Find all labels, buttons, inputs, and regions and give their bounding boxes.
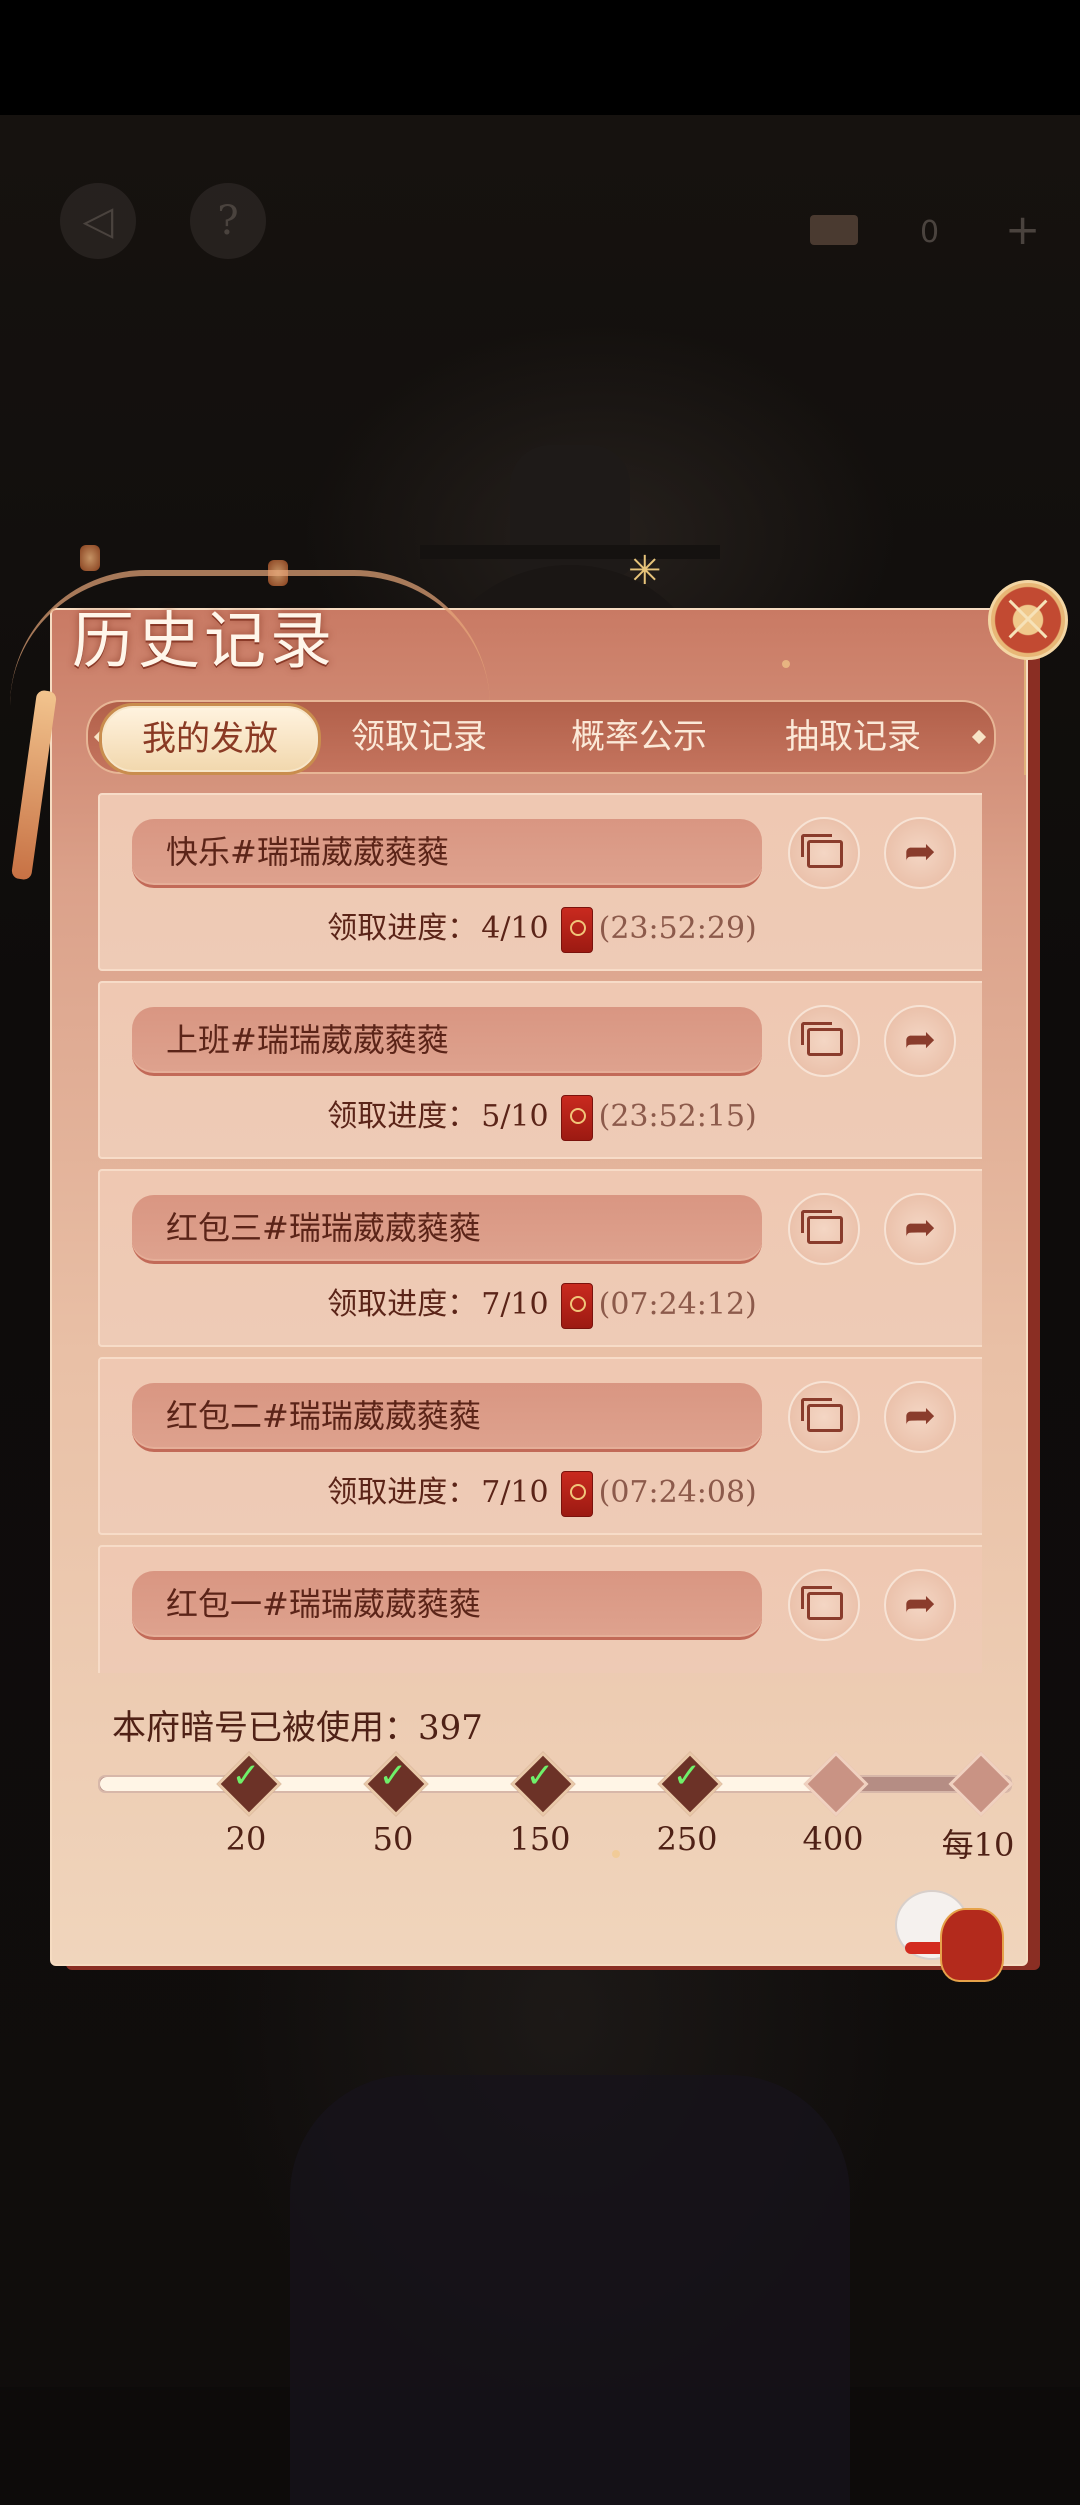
share-button[interactable]: ➦ [884,1005,956,1077]
milestone-label: 250 [656,1820,718,1858]
record-card: 红包二#瑞瑞葳葳蕤蕤 ➦ 领取进度： 7/10 (07:24:08) [98,1357,982,1535]
record-name: 红包二#瑞瑞葳葳蕤蕤 [166,1397,481,1435]
red-envelope-icon [560,1095,593,1141]
character-robe [290,2075,850,2505]
panel-title: 历史记录 [72,604,337,677]
share-icon: ➦ [904,1393,936,1437]
tab-diamond-icon [971,729,987,745]
checkmark-icon: ✓ [378,1756,408,1796]
claim-progress: 领取进度： 5/10 (23:52:15) [100,1091,982,1141]
claim-progress: 领取进度： 7/10 (07:24:12) [100,1279,982,1329]
tab-probability[interactable]: 概率公示 [544,702,734,772]
red-envelope-icon [560,1283,593,1329]
share-button[interactable]: ➦ [884,1381,956,1453]
record-card: 快乐#瑞瑞葳葳蕤蕤 ➦ 领取进度： 4/10 (23:52:29) [98,793,982,971]
claim-time: (23:52:29) [598,911,757,946]
record-name-box: 红包一#瑞瑞葳葳蕤蕤 [132,1571,762,1640]
milestone-label: 每10 [941,1826,1015,1864]
record-name-box: 红包三#瑞瑞葳葳蕤蕤 [132,1195,762,1264]
milestone-label: 400 [802,1820,864,1858]
tab-my-issued[interactable]: 我的发放 [102,706,318,772]
record-name: 上班#瑞瑞葳葳蕤蕤 [166,1021,449,1059]
claim-progress-label: 领取进度： [327,911,478,946]
checkmark-icon: ✓ [672,1756,702,1796]
copy-button[interactable] [788,817,860,889]
milestone-label: 50 [372,1820,414,1858]
record-name-box: 快乐#瑞瑞葳葳蕤蕤 [132,819,762,888]
claim-progress-value: 7/10 [481,1287,549,1322]
help-button[interactable]: ? [190,183,266,259]
record-card: 上班#瑞瑞葳葳蕤蕤 ➦ 领取进度： 5/10 (23:52:15) [98,981,982,1159]
record-card: 红包一#瑞瑞葳葳蕤蕤 ➦ [98,1545,982,1673]
share-icon: ➦ [904,1017,936,1061]
copy-icon [801,1022,843,1056]
tab-draw-records[interactable]: 抽取记录 [758,702,948,772]
claim-time: (07:24:12) [598,1287,757,1322]
tab-bar: 我的发放 领取记录 概率公示 抽取记录 [86,700,996,774]
share-icon: ➦ [904,829,936,873]
claim-progress: 领取进度： 4/10 (23:52:29) [100,903,982,953]
record-name: 快乐#瑞瑞葳葳蕤蕤 [166,833,449,871]
character-hat-brim [420,545,720,559]
claim-time: (23:52:15) [598,1099,757,1134]
back-button[interactable]: ◁ [60,183,136,259]
back-arrow-icon: ◁ [82,198,114,244]
copy-button[interactable] [788,1005,860,1077]
claim-progress-value: 7/10 [481,1475,549,1510]
sparkle-decoration [612,1850,620,1858]
copy-icon [801,834,843,868]
claim-progress-value: 5/10 [481,1099,549,1134]
record-name: 红包三#瑞瑞葳葳蕤蕤 [166,1209,481,1247]
record-name-box: 红包二#瑞瑞葳葳蕤蕤 [132,1383,762,1452]
gift-bag-icon [940,1908,1004,1982]
status-bar-area [0,0,1080,115]
help-icon: ? [217,198,239,244]
record-name-box: 上班#瑞瑞葳葳蕤蕤 [132,1007,762,1076]
lantern-icon [80,545,100,571]
claim-progress: 领取进度： 7/10 (07:24:08) [100,1467,982,1517]
close-chain-decoration [1024,655,1026,775]
red-envelope-icon [560,1471,593,1517]
claim-time: (07:24:08) [598,1475,757,1510]
share-icon: ➦ [904,1205,936,1249]
copy-button[interactable] [788,1569,860,1641]
copy-icon [801,1210,843,1244]
copy-button[interactable] [788,1381,860,1453]
milestone-label: 20 [225,1820,267,1858]
milestone-label: 150 [509,1820,571,1858]
record-name: 红包一#瑞瑞葳葳蕤蕤 [166,1585,481,1623]
claim-progress-label: 领取进度： [327,1099,478,1134]
chest-icon [810,215,858,245]
record-card: 红包三#瑞瑞葳葳蕤蕤 ➦ 领取进度： 7/10 (07:24:12) [98,1169,982,1347]
claim-progress-label: 领取进度： [327,1475,478,1510]
record-list[interactable]: 快乐#瑞瑞葳葳蕤蕤 ➦ 领取进度： 4/10 (23:52:29) 上班#瑞瑞葳葳蕤… [98,793,982,1673]
share-icon: ➦ [904,1581,936,1625]
tab-claim-records[interactable]: 领取记录 [324,702,514,772]
share-button[interactable]: ➦ [884,817,956,889]
copy-button[interactable] [788,1193,860,1265]
checkmark-icon: ✓ [231,1756,261,1796]
currency-count: 0 [920,215,940,250]
share-button[interactable]: ➦ [884,1193,956,1265]
red-envelope-icon [560,907,593,953]
copy-icon [801,1586,843,1620]
add-currency-button[interactable]: + [1005,205,1040,254]
close-button[interactable] [988,580,1068,660]
claim-progress-value: 4/10 [481,911,549,946]
checkmark-icon: ✓ [525,1756,555,1796]
share-button[interactable]: ➦ [884,1569,956,1641]
copy-icon [801,1398,843,1432]
claim-progress-label: 领取进度： [327,1287,478,1322]
firework-icon: ✳ [628,548,662,594]
sparkle-decoration [782,660,790,668]
code-usage-count: 本府暗号已被使用：397 [112,1708,483,1748]
